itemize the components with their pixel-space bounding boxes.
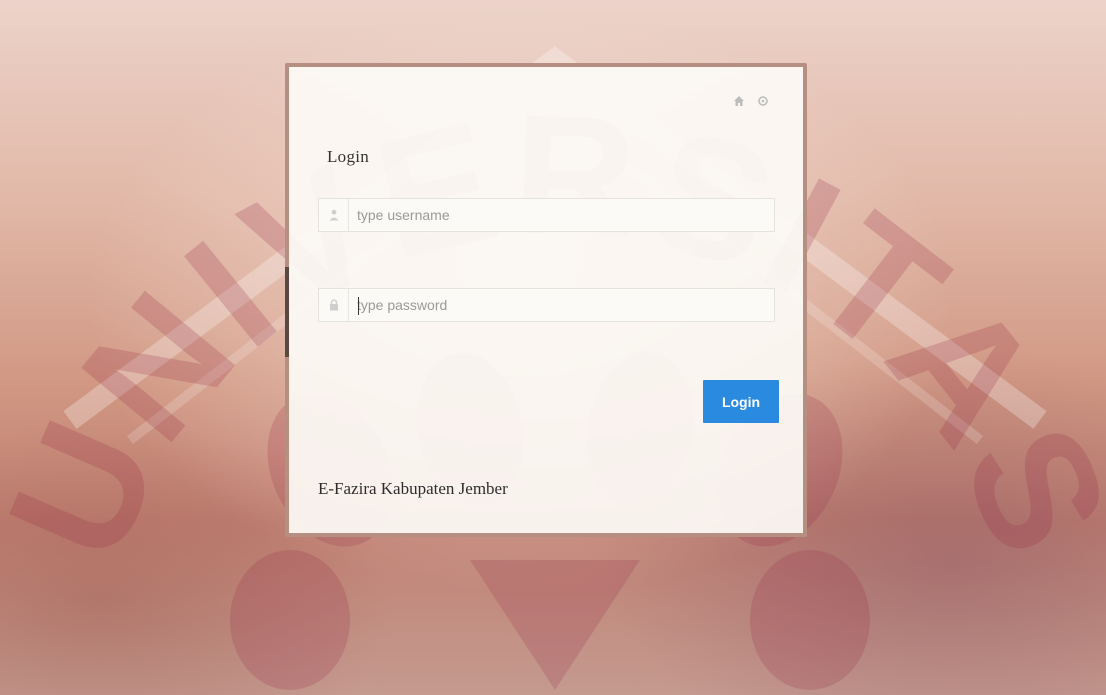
app-footer-title: E-Fazira Kabupaten Jember — [318, 479, 508, 498]
login-title: Login — [327, 147, 370, 166]
login-card: Login Login E-Fazira Kabupaten Jember — [285, 63, 807, 537]
home-icon[interactable] — [733, 95, 745, 107]
login-page: UNIVERSITAS Login — [0, 0, 1106, 695]
username-input[interactable] — [349, 200, 759, 230]
text-caret — [358, 297, 359, 315]
password-field[interactable] — [318, 288, 775, 322]
lock-icon — [319, 289, 349, 321]
card-toolbar — [733, 95, 769, 107]
username-field[interactable] — [318, 198, 775, 232]
gear-icon[interactable] — [757, 95, 769, 107]
user-icon — [319, 199, 349, 231]
login-button[interactable]: Login — [703, 380, 779, 423]
card-edge-accent — [285, 267, 289, 357]
password-input[interactable] — [349, 290, 759, 320]
